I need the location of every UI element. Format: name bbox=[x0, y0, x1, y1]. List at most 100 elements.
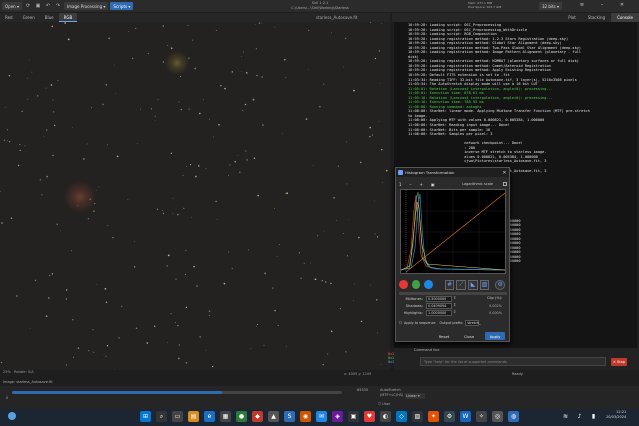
app-icon-misc[interactable]: ✧ bbox=[476, 411, 487, 422]
app-icon-red[interactable]: ◆ bbox=[252, 411, 263, 422]
user-toggle[interactable]: ☐ User bbox=[378, 402, 390, 406]
undo-icon[interactable]: ↶ bbox=[44, 2, 52, 10]
star bbox=[52, 111, 55, 113]
menu-icon[interactable]: ≡ bbox=[572, 1, 592, 9]
blue-channel-toggle[interactable] bbox=[424, 280, 433, 289]
star bbox=[29, 328, 31, 329]
apply-sequence-checkbox[interactable]: ☐ bbox=[399, 321, 402, 325]
app-icon-pink[interactable]: ♥ bbox=[364, 411, 375, 422]
highlights-spin-icon[interactable]: ⇕ bbox=[453, 309, 456, 314]
taskview-icon[interactable]: ▭ bbox=[172, 411, 183, 422]
file-explorer-icon[interactable]: ▤ bbox=[188, 411, 199, 422]
app-icon-purple[interactable]: ◈ bbox=[332, 411, 343, 422]
image-processing-button[interactable]: Image Processing ▾ bbox=[63, 2, 109, 10]
histogram-close-icon[interactable]: ✕ bbox=[500, 168, 509, 177]
curve-icon[interactable]: ⟋ bbox=[456, 279, 467, 290]
logarithmic-checkbox[interactable] bbox=[503, 182, 507, 186]
battery-icon[interactable]: ▮ bbox=[588, 411, 599, 422]
star bbox=[150, 108, 152, 110]
store-icon[interactable]: ▦ bbox=[220, 411, 231, 422]
stop-button[interactable]: ✕ Stop bbox=[611, 358, 627, 366]
app-icon-gray[interactable]: ▲ bbox=[268, 411, 279, 422]
star bbox=[274, 208, 276, 209]
midtones-input[interactable]: 0.5000000 bbox=[426, 296, 452, 302]
app-icon-black[interactable]: ▧ bbox=[412, 411, 423, 422]
star bbox=[50, 84, 53, 86]
save-icon[interactable]: ▣ bbox=[34, 2, 42, 10]
star bbox=[72, 127, 74, 129]
star bbox=[156, 208, 159, 210]
output-prefix-label: Output prefix: bbox=[439, 321, 464, 325]
star bbox=[167, 45, 169, 46]
open-button[interactable]: Open ▾ bbox=[2, 2, 22, 10]
close-button[interactable]: Close bbox=[459, 332, 479, 340]
tab-stacking[interactable]: Stacking bbox=[582, 13, 611, 22]
wifi-icon[interactable]: ≋ bbox=[560, 411, 571, 422]
histogram-view-icon[interactable]: ▨ bbox=[479, 279, 490, 290]
app-icon-navy[interactable]: ◇ bbox=[396, 411, 407, 422]
shadows-input[interactable]: 0.0499094 bbox=[426, 303, 452, 309]
midtones-spin-icon[interactable]: ⇕ bbox=[453, 295, 456, 300]
app-icon-active[interactable]: ◍ bbox=[508, 411, 519, 422]
histogram-graph[interactable] bbox=[400, 189, 506, 274]
star bbox=[51, 273, 53, 275]
clock-date: 20/03/2024 bbox=[606, 414, 627, 419]
start-icon[interactable]: ⊞ bbox=[140, 411, 151, 422]
image-viewport[interactable] bbox=[0, 22, 390, 370]
bit-depth-select[interactable]: 32 bits ▾ bbox=[539, 2, 562, 10]
close-icon[interactable]: ✕ bbox=[612, 1, 632, 9]
tab-red[interactable]: Red bbox=[0, 13, 18, 22]
app-icon-cyan[interactable]: ✉ bbox=[316, 411, 327, 422]
grid-icon[interactable]: # bbox=[444, 279, 455, 290]
star bbox=[31, 71, 33, 73]
shadows-spin-icon[interactable]: ⇕ bbox=[453, 302, 456, 307]
scale-mode-select[interactable]: Linear ▾ bbox=[405, 393, 425, 399]
app-icon-white[interactable]: ◐ bbox=[380, 411, 391, 422]
app-icon-blue[interactable]: S bbox=[284, 411, 295, 422]
search-icon[interactable]: ⌕ bbox=[156, 411, 167, 422]
star bbox=[83, 158, 85, 160]
apply-button[interactable]: Apply bbox=[485, 332, 505, 340]
star bbox=[177, 213, 179, 216]
zoom-out-icon[interactable]: – bbox=[410, 182, 412, 187]
logarithmic-scale-toggle[interactable]: Logarithmic scale bbox=[462, 182, 507, 186]
red-channel-toggle[interactable] bbox=[399, 280, 408, 289]
highlights-input[interactable]: 1.0000000 bbox=[426, 310, 452, 316]
redo-icon[interactable]: ↷ bbox=[54, 2, 62, 10]
reset-button[interactable]: Reset bbox=[434, 332, 454, 340]
zoom-in-icon[interactable]: + bbox=[420, 182, 423, 187]
star bbox=[381, 23, 383, 25]
scripts-button[interactable]: Scripts ▾ bbox=[110, 2, 134, 10]
weather-icon[interactable] bbox=[8, 412, 16, 420]
output-prefix-input[interactable]: stretch_ bbox=[465, 320, 481, 326]
auto-stretch-icon[interactable]: ⚙ bbox=[495, 279, 505, 290]
tab-green[interactable]: Green bbox=[18, 13, 40, 22]
recent-icon[interactable]: ⟳ bbox=[24, 2, 32, 10]
green-channel-toggle[interactable] bbox=[411, 280, 421, 289]
tab-console[interactable]: Console bbox=[611, 13, 639, 22]
minimize-icon[interactable]: – bbox=[592, 1, 612, 9]
star bbox=[369, 135, 371, 138]
tab-blue[interactable]: Blue bbox=[40, 13, 59, 22]
volume-icon[interactable]: ♪ bbox=[574, 411, 585, 422]
edge-icon[interactable]: e bbox=[204, 411, 215, 422]
zoom-value-field[interactable]: 1 bbox=[399, 182, 402, 187]
star bbox=[57, 79, 59, 81]
app-icon-slate[interactable]: ⚙ bbox=[444, 411, 455, 422]
log-curve-icon[interactable]: ◣ bbox=[468, 279, 478, 290]
app-icon-green[interactable]: ● bbox=[236, 411, 247, 422]
star bbox=[71, 250, 73, 252]
app-icon-orange[interactable]: ◉ bbox=[300, 411, 311, 422]
command-input[interactable]: Type "help" for the list of supported co… bbox=[420, 357, 606, 366]
app-icon-dark[interactable]: ▣ bbox=[348, 411, 359, 422]
histogram-title[interactable]: Histogram Transformation bbox=[396, 168, 509, 177]
star bbox=[170, 47, 173, 50]
clock[interactable]: 12:21 20/03/2024 bbox=[606, 410, 626, 419]
star bbox=[324, 281, 327, 283]
tab-plot[interactable]: Plot bbox=[562, 13, 582, 22]
zoom-fit-icon[interactable]: ▣ bbox=[431, 182, 435, 187]
app-icon-siril[interactable]: ◎ bbox=[492, 411, 503, 422]
app-icon-word[interactable]: W bbox=[460, 411, 471, 422]
app-icon-firefox[interactable]: ✦ bbox=[428, 411, 439, 422]
tab-rgb[interactable]: RGB bbox=[58, 13, 78, 22]
